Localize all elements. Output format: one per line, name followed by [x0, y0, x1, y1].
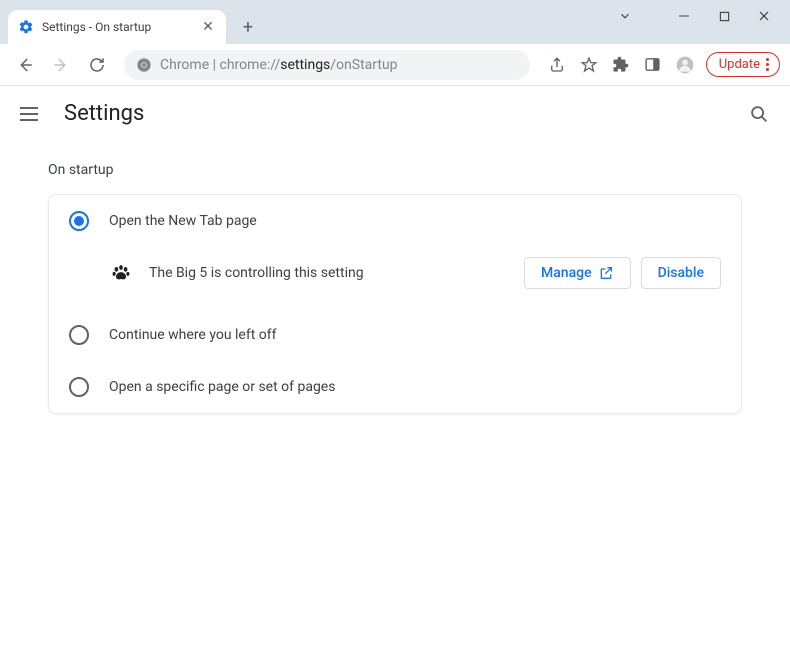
close-window-button[interactable] [744, 2, 784, 30]
option-label: Open the New Tab page [109, 213, 721, 229]
page-title: Settings [64, 101, 728, 126]
tab-title: Settings - On startup [42, 20, 192, 34]
extension-notice-text: The Big 5 is controlling this setting [149, 265, 508, 281]
update-label: Update [719, 57, 760, 72]
menu-dots-icon [766, 58, 769, 71]
extensions-puzzle-icon[interactable] [606, 50, 636, 80]
search-icon[interactable] [748, 103, 770, 125]
bookmark-star-icon[interactable] [574, 50, 604, 80]
toolbar-right: Update [542, 50, 780, 80]
profile-avatar-icon[interactable] [670, 50, 700, 80]
startup-card: Open the New Tab page The Big 5 is contr… [48, 194, 742, 414]
extension-actions: Manage Disable [524, 257, 721, 289]
forward-button[interactable] [46, 50, 76, 80]
option-label: Open a specific page or set of pages [109, 379, 721, 395]
option-continue[interactable]: Continue where you left off [49, 309, 741, 361]
tab-search-chevron-icon[interactable] [610, 4, 640, 28]
gear-icon [18, 19, 34, 35]
manage-button[interactable]: Manage [524, 257, 631, 289]
radio-unselected[interactable] [69, 325, 89, 345]
extension-notice-row: The Big 5 is controlling this setting Ma… [89, 247, 741, 309]
paw-icon [109, 261, 133, 285]
minimize-button[interactable] [664, 2, 704, 30]
address-bar[interactable]: Chrome | chrome://settings/onStartup [124, 50, 530, 80]
side-panel-icon[interactable] [638, 50, 668, 80]
maximize-button[interactable] [704, 2, 744, 30]
close-tab-icon[interactable]: ✕ [200, 19, 216, 35]
settings-header: Settings [0, 86, 790, 142]
back-button[interactable] [10, 50, 40, 80]
chrome-logo-icon [136, 57, 152, 73]
option-new-tab[interactable]: Open the New Tab page [49, 195, 741, 247]
section-label: On startup [48, 162, 742, 178]
window-controls [664, 0, 784, 32]
browser-tab[interactable]: Settings - On startup ✕ [8, 10, 226, 44]
new-tab-button[interactable]: + [234, 13, 262, 41]
option-specific-pages[interactable]: Open a specific page or set of pages [49, 361, 741, 413]
open-external-icon [598, 265, 614, 281]
url-text: Chrome | chrome://settings/onStartup [160, 57, 398, 73]
radio-selected[interactable] [69, 211, 89, 231]
window-titlebar: Settings - On startup ✕ + [0, 0, 790, 44]
hamburger-menu-icon[interactable] [20, 102, 44, 126]
browser-toolbar: Chrome | chrome://settings/onStartup Upd… [0, 44, 790, 86]
disable-button[interactable]: Disable [641, 257, 721, 289]
option-label: Continue where you left off [109, 327, 721, 343]
radio-unselected[interactable] [69, 377, 89, 397]
reload-button[interactable] [82, 50, 112, 80]
settings-content: On startup Open the New Tab page The Big… [0, 142, 790, 434]
update-button[interactable]: Update [706, 52, 780, 77]
share-icon[interactable] [542, 50, 572, 80]
